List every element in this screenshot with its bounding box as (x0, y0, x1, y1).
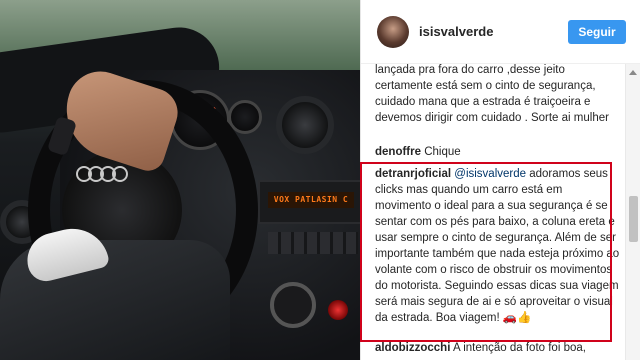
avatar[interactable] (377, 16, 409, 48)
comment-text: adoramos seus clicks mas quando um carro… (375, 168, 620, 324)
comment: denoffre Chique (375, 144, 621, 160)
comment-username[interactable]: detranrjoficial (375, 168, 451, 180)
air-vent (276, 96, 334, 154)
radio-buttons (268, 232, 358, 254)
follow-button[interactable]: Seguir (568, 20, 626, 44)
mention-link[interactable]: @isisvalverde (454, 168, 526, 180)
post-photo[interactable]: VOX PATLASIN C (0, 0, 360, 360)
scroll-up-icon[interactable] (629, 70, 637, 75)
comment: lançada pra fora do carro ,desse jeito c… (375, 64, 621, 126)
comment-text: A intenção da foto foi boa, (452, 342, 586, 354)
profile-username[interactable]: isisvalverde (419, 24, 493, 39)
radio-display: VOX PATLASIN C (268, 192, 354, 208)
comment-text: lançada pra fora do carro ,desse jeito c… (375, 64, 609, 124)
comment-highlighted: detranrjoficial @isisvalverde adoramos s… (375, 166, 621, 326)
comment-text: Chique (424, 146, 461, 158)
comment-username[interactable]: denoffre (375, 146, 421, 158)
audi-logo-icon (76, 166, 140, 182)
control-knob (270, 282, 316, 328)
scrollbar[interactable] (625, 64, 640, 360)
scroll-thumb[interactable] (629, 196, 638, 242)
comment-list[interactable]: lançada pra fora do carro ,desse jeito c… (361, 64, 629, 360)
hazard-knob (328, 300, 348, 320)
comments-panel: isisvalverde Seguir lançada pra fora do … (360, 0, 640, 360)
post-header: isisvalverde Seguir (361, 0, 640, 64)
comment: aldobizzocchi A intenção da foto foi boa… (375, 340, 621, 356)
comment-username[interactable]: aldobizzocchi (375, 342, 450, 354)
car-radio: VOX PATLASIN C (258, 180, 360, 224)
